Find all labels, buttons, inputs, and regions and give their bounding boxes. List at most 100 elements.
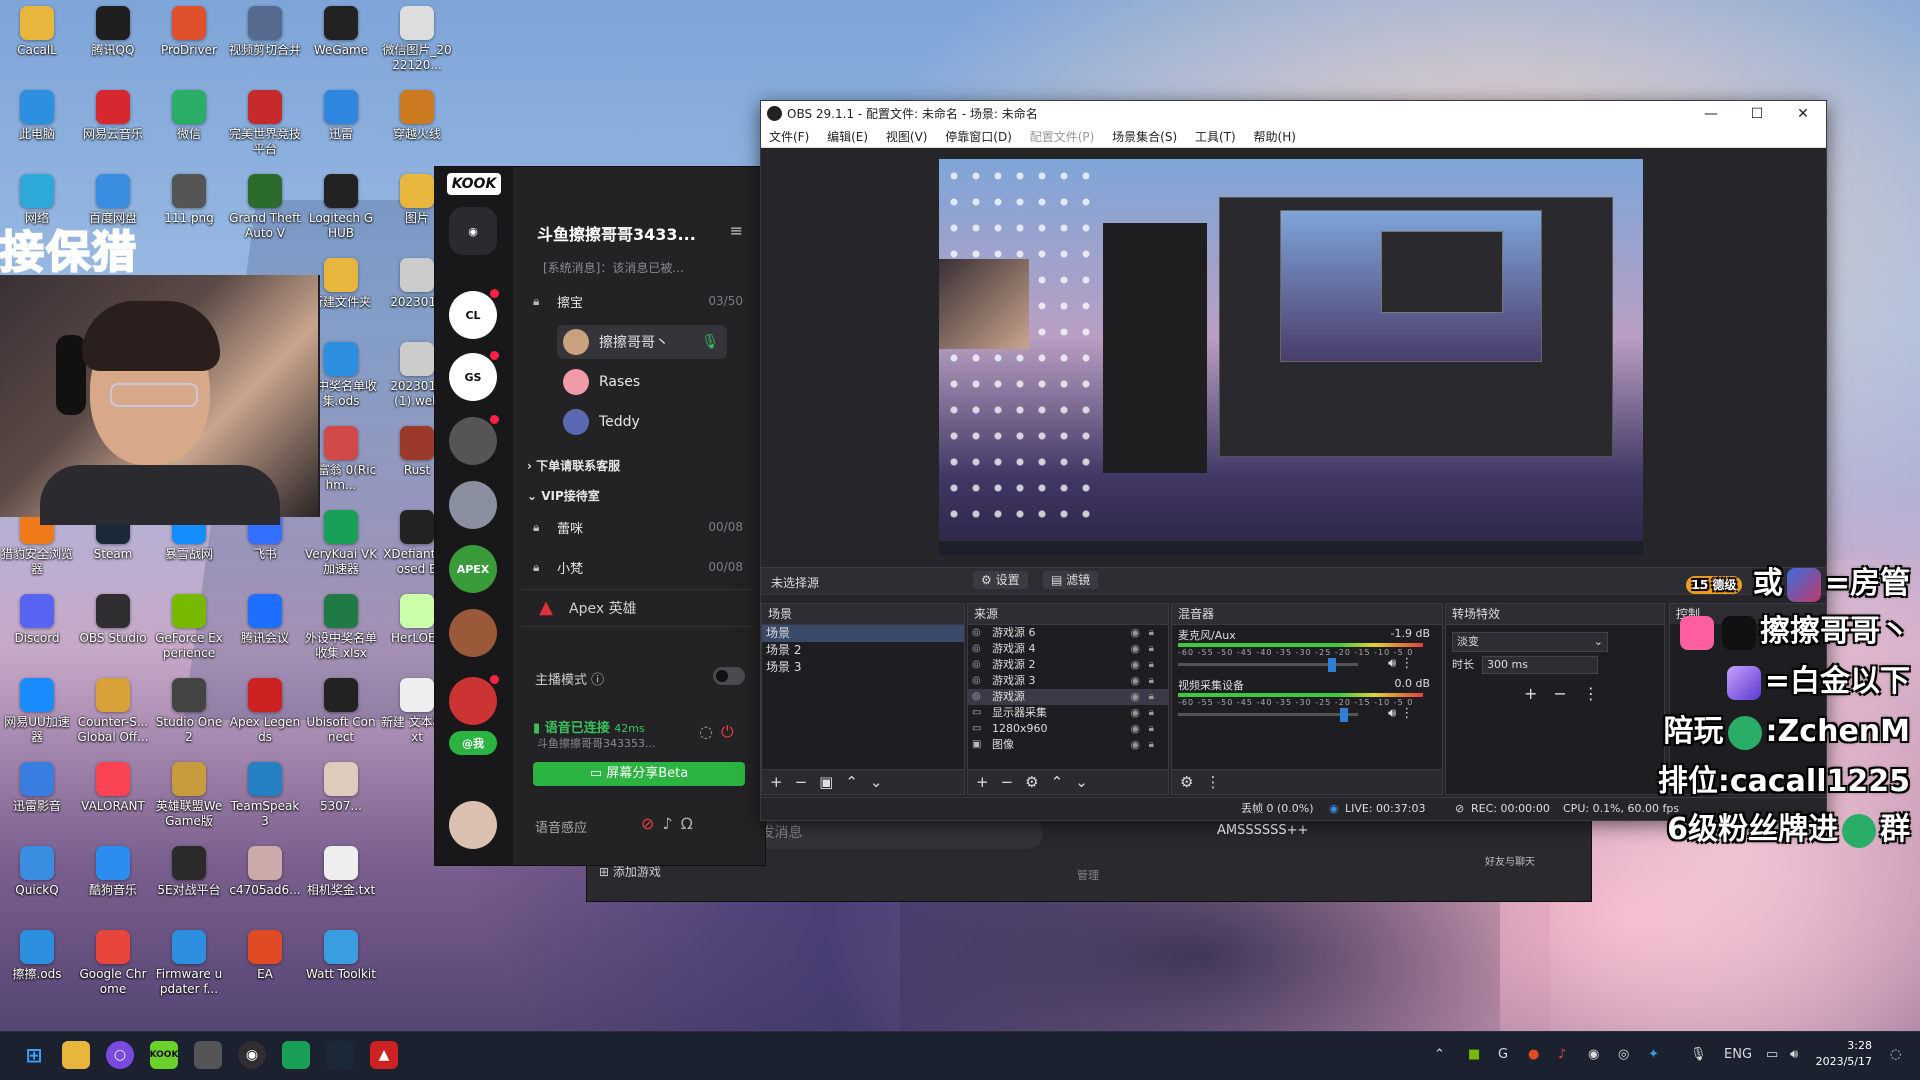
visibility-icon[interactable]: ◉ [1130, 705, 1140, 721]
desktop-icon[interactable]: 酷狗音乐 [76, 846, 150, 898]
menu-icon[interactable]: ≡ [730, 221, 743, 240]
move-up-icon[interactable]: ⌃ [845, 773, 858, 791]
move-up-icon[interactable]: ⌃ [1051, 773, 1064, 791]
source-item[interactable]: ◎ 游戏源 ◉ 🔒︎ [968, 689, 1168, 705]
desktop-icon[interactable]: VeryKuai VK加速器 [304, 510, 378, 577]
remove-icon[interactable]: − [1553, 684, 1582, 703]
mic-muted-icon[interactable]: ⊘ [641, 814, 662, 833]
source-settings-button[interactable]: ⚙ 设置 [973, 571, 1028, 589]
scene-item[interactable]: 场景 2 [762, 642, 964, 659]
desktop-icon[interactable]: Apex Legends [228, 678, 302, 745]
lock-icon[interactable]: 🔒︎ [1149, 721, 1154, 737]
tray-icon[interactable]: ● [1528, 1047, 1539, 1062]
chat-user-name[interactable]: AMSSSSSS++ [1217, 823, 1308, 838]
source-item[interactable]: ◎ 游戏源 6 ◉ 🔒︎ [968, 625, 1168, 641]
desktop-icon[interactable]: 此电脑 [0, 90, 74, 142]
desktop-icon[interactable]: OBS Studio [76, 594, 150, 646]
speaker-icon[interactable]: 🔊︎ ⋮ [1388, 656, 1413, 671]
file-explorer-icon[interactable] [62, 1041, 90, 1069]
mentions-button[interactable]: @我 [449, 731, 497, 755]
desktop-icon[interactable]: 5307... [304, 762, 378, 814]
channel-item[interactable]: 🔒︎ 小梵 00/08 [533, 555, 743, 579]
desktop-icon[interactable]: 迅雷 [304, 90, 378, 142]
lock-icon[interactable]: 🔒︎ [1149, 641, 1154, 657]
desktop-icon[interactable]: ProDriver [152, 6, 226, 58]
disconnect-icon[interactable]: ⏻ [721, 722, 734, 741]
game-status[interactable]: ▲ Apex 英雄 [521, 589, 753, 627]
maximize-icon[interactable]: ☐ [1734, 101, 1780, 127]
screen-share-button[interactable]: ▭ 屏幕分享Beta [533, 762, 745, 786]
desktop-icon[interactable]: 擦擦.ods [0, 930, 74, 982]
member-item[interactable]: 擦擦哥哥丶 🎙︎ [557, 325, 727, 359]
add-icon[interactable]: + [770, 773, 783, 791]
duration-input[interactable]: 300 ms [1482, 656, 1598, 674]
obs-tray-icon[interactable]: ◉ [1588, 1047, 1599, 1062]
close-icon[interactable]: ✕ [1780, 101, 1826, 127]
source-item[interactable]: ◎ 游戏源 2 ◉ 🔒︎ [968, 657, 1168, 673]
desktop-icon[interactable]: WeGame [304, 6, 378, 58]
server-sunset-icon[interactable] [449, 415, 499, 465]
visibility-icon[interactable]: ◉ [1130, 689, 1140, 705]
visibility-icon[interactable]: ◉ [1130, 721, 1140, 737]
headphones-icon[interactable]: Ω [681, 814, 701, 833]
lock-icon[interactable]: 🔒︎ [1149, 705, 1154, 721]
clock[interactable]: 3:28 2023/5/17 [1816, 1038, 1872, 1070]
desktop-icon[interactable]: 相机奖金.txt [304, 846, 378, 898]
start-icon[interactable]: ⊞ [20, 1041, 48, 1069]
speaker-icon[interactable]: 🔊︎ ⋮ [1388, 706, 1413, 721]
mic-icon[interactable]: ♪ [662, 814, 680, 833]
source-item[interactable]: ◎ 游戏源 4 ◉ 🔒︎ [968, 641, 1168, 657]
menu-tools[interactable]: 工具(T) [1195, 130, 1236, 144]
lock-icon[interactable]: 🔒︎ [1149, 689, 1154, 705]
language-indicator[interactable]: ENG [1724, 1047, 1752, 1062]
menu-edit[interactable]: 编辑(E) [827, 130, 868, 144]
server-cacall-icon[interactable]: CL [449, 289, 499, 339]
desktop-icon[interactable]: Watt Toolkit [304, 930, 378, 982]
remove-icon[interactable]: − [795, 773, 808, 791]
desktop-icon[interactable]: 腾讯QQ [76, 6, 150, 58]
desktop-icon[interactable]: 网易云音乐 [76, 90, 150, 142]
desktop-icon[interactable]: c4705ad6... [228, 846, 302, 898]
desktop-icon[interactable]: Discord [0, 594, 74, 646]
desktop-icon[interactable]: 网易UU加速器 [0, 678, 74, 745]
desktop-icon[interactable]: 微信图片_2022120... [380, 6, 454, 73]
scene-item[interactable]: 场景 [762, 625, 964, 642]
desktop-icon[interactable]: VALORANT [76, 762, 150, 814]
tray-overflow-icon[interactable]: ⌃ [1434, 1047, 1445, 1062]
nvidia-tray-icon[interactable]: ■ [1468, 1047, 1480, 1062]
source-filters-button[interactable]: ▤ 滤镜 [1043, 571, 1099, 589]
visibility-icon[interactable]: ◉ [1130, 737, 1140, 753]
volume-slider-handle[interactable] [1340, 708, 1348, 722]
discover-icon[interactable]: ◉ [449, 207, 497, 255]
remove-icon[interactable]: − [1001, 773, 1014, 791]
obs-preview[interactable] [939, 159, 1643, 555]
lock-icon[interactable]: 🔒︎ [1149, 657, 1154, 673]
desktop-icon[interactable]: QuickQ [0, 846, 74, 898]
menu-scene-collection[interactable]: 场景集合(S) [1112, 130, 1177, 144]
volume-icon[interactable]: 🔊︎ [1790, 1047, 1798, 1062]
user-avatar[interactable] [449, 801, 497, 849]
gear-icon[interactable]: ⚙ [1025, 773, 1038, 791]
network-icon[interactable]: ▭ [1766, 1047, 1778, 1062]
visibility-icon[interactable]: ◉ [1130, 657, 1140, 673]
logitech-tray-icon[interactable]: G [1498, 1047, 1508, 1062]
server-red-icon[interactable] [449, 675, 499, 725]
noise-icon[interactable]: ◌ [699, 722, 713, 741]
kook-taskbar-icon[interactable]: KOOK [150, 1041, 178, 1069]
lock-icon[interactable]: 🔒︎ [1149, 737, 1154, 753]
channel-item[interactable]: 🔒︎ 蕾咪 00/08 [533, 515, 743, 539]
notification-icon[interactable]: ◌ [1890, 1047, 1901, 1062]
menu-file[interactable]: 文件(F) [769, 130, 809, 144]
source-item[interactable]: ▭ 1280x960 ◉ 🔒︎ [968, 721, 1168, 737]
tray-icon[interactable]: ✦ [1648, 1047, 1659, 1062]
desktop-icon[interactable]: Ubisoft Connect [304, 678, 378, 745]
steam-taskbar-icon[interactable] [326, 1041, 354, 1069]
desktop-icon[interactable]: Logitech G HUB [304, 174, 378, 241]
server-golden-icon[interactable]: GS [449, 351, 499, 401]
category-expanded[interactable]: ⌄ VIP接待室 [527, 487, 600, 504]
desktop-icon[interactable]: 外设中奖名单收集.xlsx [304, 594, 378, 661]
menu-view[interactable]: 视图(V) [886, 130, 928, 144]
more-icon[interactable]: ⋮ [1205, 773, 1220, 791]
server-apex-jacky-icon[interactable]: APEX [449, 545, 497, 593]
volume-slider[interactable] [1178, 713, 1358, 716]
